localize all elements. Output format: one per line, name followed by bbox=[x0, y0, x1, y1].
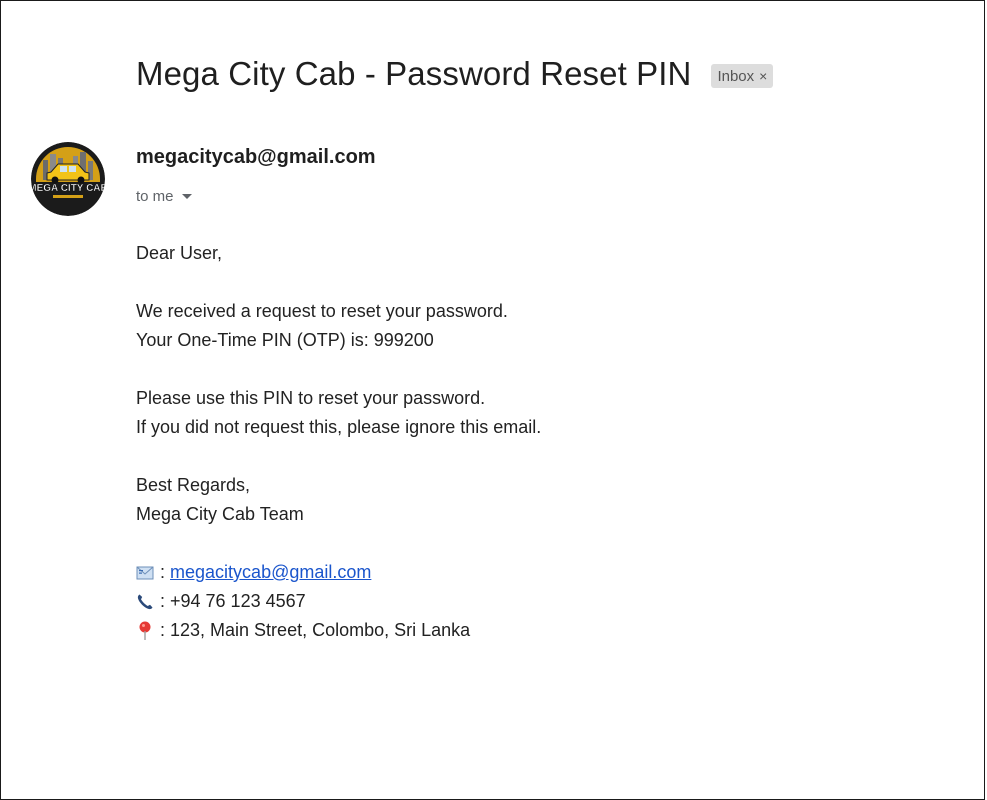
avatar-logo-text: MEGA CITY CAB bbox=[31, 183, 105, 194]
contact-email-separator: : bbox=[160, 562, 166, 582]
chevron-down-icon[interactable] bbox=[181, 194, 192, 199]
contact-address-text: : 123, Main Street, Colombo, Sri Lanka bbox=[160, 620, 471, 640]
signoff-regards: Best Regards, bbox=[136, 475, 251, 495]
body-line-use-pin: Please use this PIN to reset your passwo… bbox=[136, 388, 486, 408]
signoff-team: Mega City Cab Team bbox=[136, 504, 304, 524]
phone-icon bbox=[136, 593, 154, 611]
contact-email-link[interactable]: megacitycab@gmail.com bbox=[170, 558, 371, 587]
contact-email-line: : megacitycab@gmail.com bbox=[136, 558, 541, 587]
contact-phone-line: : +94 76 123 4567 bbox=[136, 587, 541, 616]
greeting: Dear User, bbox=[136, 243, 223, 263]
avatar[interactable]: MEGA CITY CAB bbox=[31, 142, 105, 216]
recipient-text: to me bbox=[136, 188, 174, 205]
body-line-ignore: If you did not request this, please igno… bbox=[136, 417, 542, 437]
contact-phone-text: : +94 76 123 4567 bbox=[160, 591, 306, 611]
remove-label-icon[interactable]: × bbox=[759, 68, 767, 84]
body-line-request: We received a request to reset your pass… bbox=[136, 301, 508, 321]
sender-address[interactable]: megacitycab@gmail.com bbox=[136, 146, 376, 169]
body-line-otp: Your One-Time PIN (OTP) is: 999200 bbox=[136, 330, 434, 350]
email-body: Dear User, We received a request to rese… bbox=[136, 239, 541, 645]
location-pin-icon bbox=[136, 621, 154, 640]
mega-city-cab-logo: MEGA CITY CAB bbox=[31, 142, 105, 216]
subject-row: Mega City Cab - Password Reset PIN Inbox… bbox=[136, 52, 774, 96]
contact-address-line: : 123, Main Street, Colombo, Sri Lanka bbox=[136, 616, 541, 645]
inbox-label-text: Inbox bbox=[717, 67, 755, 85]
email-subject: Mega City Cab - Password Reset PIN bbox=[136, 55, 692, 92]
inbox-label-chip[interactable]: Inbox × bbox=[711, 64, 774, 88]
recipient-row[interactable]: to me bbox=[136, 188, 192, 205]
envelope-icon bbox=[136, 564, 154, 582]
